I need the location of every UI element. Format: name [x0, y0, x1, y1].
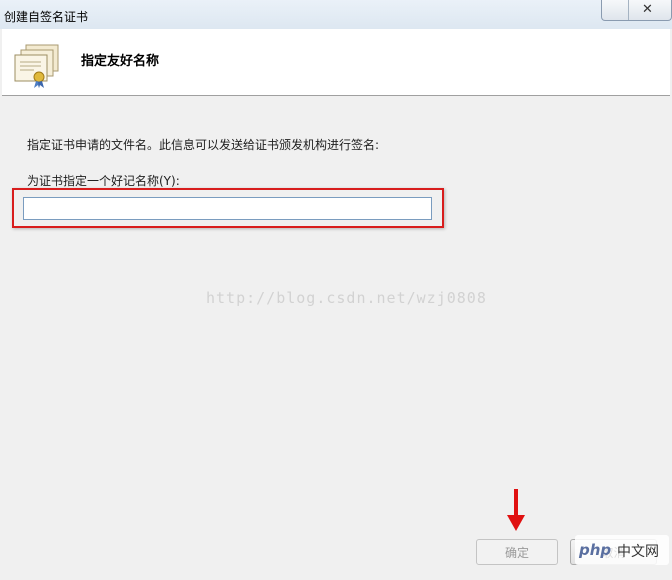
ok-button[interactable]: 确定 [476, 539, 558, 565]
friendly-name-input[interactable] [23, 197, 432, 220]
dialog-window: 创建自签名证书 ✕ 指定友好名称 指定证书申请的文件名。此信息可以发送给证书颁发… [0, 0, 672, 580]
title-button-separator [628, 0, 629, 20]
badge-php-text: php [579, 541, 612, 559]
badge-cn-text: 中文网 [617, 544, 659, 560]
close-button[interactable]: ✕ [601, 0, 672, 21]
page-title: 指定友好名称 [81, 54, 160, 69]
certificate-icon [14, 44, 59, 88]
site-watermark-badge: php 中文网 [575, 535, 669, 565]
description-text: 指定证书申请的文件名。此信息可以发送给证书颁发机构进行签名: [27, 138, 380, 152]
wizard-header: 指定友好名称 [2, 29, 670, 96]
annotation-arrow-icon [507, 489, 525, 531]
title-bar[interactable]: 创建自签名证书 ✕ [0, 0, 672, 29]
watermark-text: http://blog.csdn.net/wzj0808 [206, 289, 487, 307]
close-icon: ✕ [642, 2, 653, 17]
window-title: 创建自签名证书 [4, 10, 89, 24]
friendly-name-label: 为证书指定一个好记名称(Y): [27, 174, 180, 188]
